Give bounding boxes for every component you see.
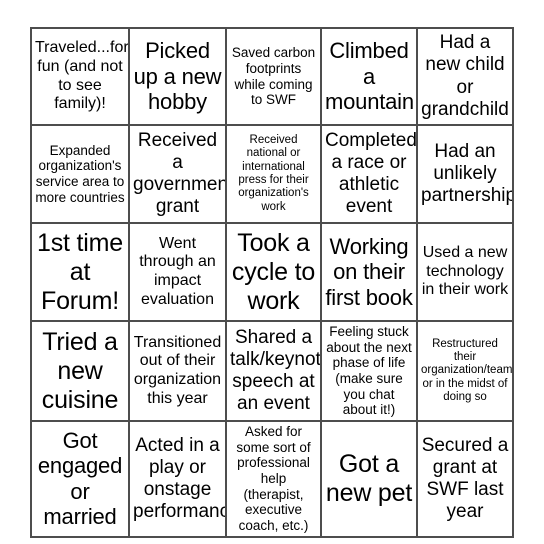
bingo-card: Traveled...for fun (and not to see famil… bbox=[30, 27, 514, 538]
bingo-cell-r2c2[interactable]: Received a government grant bbox=[128, 124, 227, 224]
bingo-cell-r3c2[interactable]: Went through an impact evaluation bbox=[128, 222, 227, 322]
bingo-cell-r2c3[interactable]: Received national or international press… bbox=[225, 124, 322, 224]
bingo-cell-r4c1[interactable]: Tried a new cuisine bbox=[30, 320, 130, 422]
bingo-cell-r4c4[interactable]: Feeling stuck about the next phase of li… bbox=[320, 320, 418, 422]
bingo-cell-r3c1[interactable]: 1st time at Forum! bbox=[30, 222, 130, 322]
bingo-cell-r5c2[interactable]: Acted in a play or onstage performance bbox=[128, 420, 227, 538]
bingo-cell-r2c5[interactable]: Had an unlikely partnership bbox=[416, 124, 514, 224]
bingo-cell-r2c4[interactable]: Completed a race or athletic event bbox=[320, 124, 418, 224]
bingo-row: Expanded organization's service area to … bbox=[30, 124, 514, 224]
bingo-cell-r2c1[interactable]: Expanded organization's service area to … bbox=[30, 124, 130, 224]
bingo-cell-r5c5[interactable]: Secured a grant at SWF last year bbox=[416, 420, 514, 538]
bingo-cell-r1c1[interactable]: Traveled...for fun (and not to see famil… bbox=[30, 27, 130, 126]
bingo-cell-r1c3[interactable]: Saved carbon footprints while coming to … bbox=[225, 27, 322, 126]
bingo-row: Traveled...for fun (and not to see famil… bbox=[30, 27, 514, 126]
bingo-cell-r1c5[interactable]: Had a new child or grandchild bbox=[416, 27, 514, 126]
bingo-cell-r5c3[interactable]: Asked for some sort of professional help… bbox=[225, 420, 322, 538]
bingo-row: 1st time at Forum! Went through an impac… bbox=[30, 222, 514, 322]
bingo-row: Got engaged or married Acted in a play o… bbox=[30, 420, 514, 538]
bingo-cell-r4c5[interactable]: Restructured their organization/team or … bbox=[416, 320, 514, 422]
bingo-cell-r1c2[interactable]: Picked up a new hobby bbox=[128, 27, 227, 126]
bingo-cell-r3c5[interactable]: Used a new technology in their work bbox=[416, 222, 514, 322]
bingo-cell-r4c2[interactable]: Transitioned out of their organization t… bbox=[128, 320, 227, 422]
bingo-cell-r1c4[interactable]: Climbed a mountain bbox=[320, 27, 418, 126]
bingo-cell-r4c3[interactable]: Shared a talk/keynote speech at an event bbox=[225, 320, 322, 422]
bingo-cell-r3c4[interactable]: Working on their first book bbox=[320, 222, 418, 322]
bingo-row: Tried a new cuisine Transitioned out of … bbox=[30, 320, 514, 422]
bingo-cell-r5c4[interactable]: Got a new pet bbox=[320, 420, 418, 538]
bingo-cell-r5c1[interactable]: Got engaged or married bbox=[30, 420, 130, 538]
bingo-cell-r3c3[interactable]: Took a cycle to work bbox=[225, 222, 322, 322]
bingo-grid: Traveled...for fun (and not to see famil… bbox=[30, 27, 514, 538]
